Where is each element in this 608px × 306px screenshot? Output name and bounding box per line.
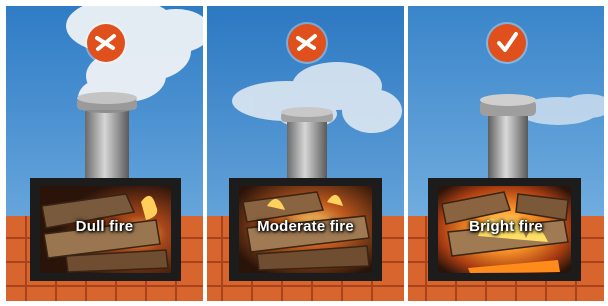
panel-label: Moderate fire: [257, 218, 354, 235]
cross-mark-icon: [87, 24, 125, 62]
panel-label: Dull fire: [75, 218, 134, 235]
check-mark-icon: [488, 24, 526, 62]
panel-moderate-fire: Moderate fire: [207, 6, 404, 301]
cross-mark-icon: [288, 24, 326, 62]
panel-dull-fire: Dull fire: [6, 6, 203, 301]
fire-comparison-illustration: Dull fire Moderate fire Bright fire: [0, 0, 608, 306]
panel-label: Bright fire: [469, 218, 543, 235]
panel-bright-fire: Bright fire: [408, 6, 604, 301]
